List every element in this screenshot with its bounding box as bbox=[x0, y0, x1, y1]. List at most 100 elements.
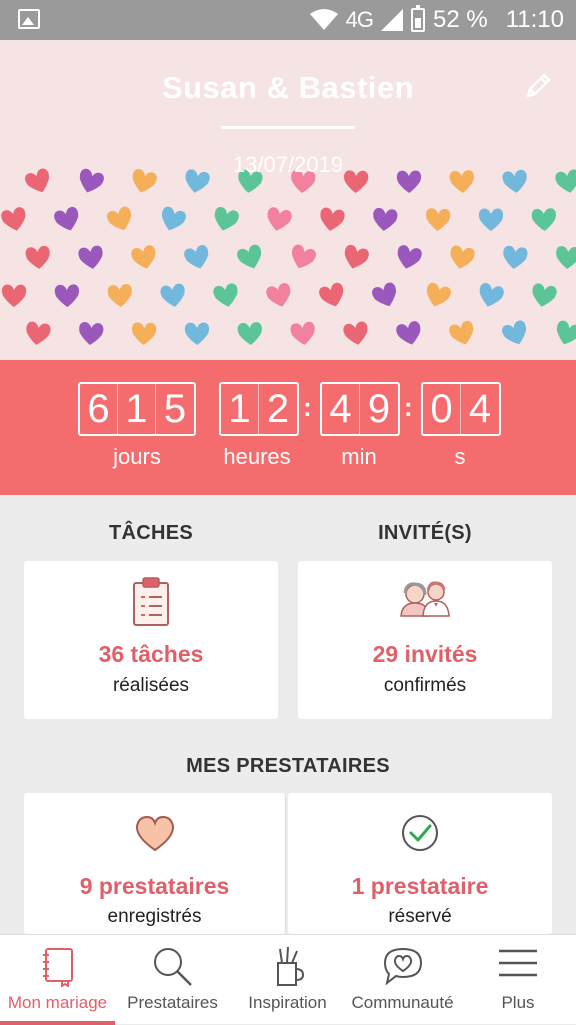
booked-vendors-card[interactable]: 1 prestataire réservé bbox=[288, 793, 552, 934]
title-divider bbox=[221, 126, 355, 129]
heart-shape bbox=[450, 245, 475, 269]
heart-shape bbox=[184, 322, 210, 345]
minutes-box: 4 9 bbox=[320, 382, 400, 436]
heart-shape bbox=[426, 208, 451, 231]
tasks-title: TÂCHES bbox=[108, 522, 194, 544]
notebook-icon bbox=[42, 948, 73, 987]
hours-digit: 1 bbox=[221, 384, 259, 434]
heart-shape bbox=[478, 208, 504, 231]
heart-shape bbox=[107, 284, 132, 307]
days-label: jours bbox=[113, 444, 161, 469]
booked-vendors-sub: réservé bbox=[388, 906, 452, 927]
heart-shape bbox=[266, 283, 291, 307]
guests-sub: confirmés bbox=[383, 675, 467, 696]
nav-inspiration[interactable]: Inspiration bbox=[230, 935, 345, 1025]
heart-shape bbox=[531, 208, 556, 231]
couple-names: Susan & Bastien bbox=[161, 70, 415, 105]
heart-shape bbox=[1, 207, 26, 231]
clock: 11:10 bbox=[505, 6, 564, 33]
seconds-box: 0 4 bbox=[421, 382, 501, 436]
heart-shape bbox=[214, 206, 239, 231]
hours-box: 1 2 bbox=[219, 382, 299, 436]
heart-shape bbox=[131, 245, 156, 269]
menu-icon bbox=[499, 949, 537, 977]
heart-shape bbox=[213, 283, 238, 307]
nav-plus[interactable]: Plus bbox=[460, 935, 576, 1025]
heart-shape bbox=[373, 207, 398, 231]
heart-shape bbox=[291, 244, 316, 269]
heart-shape bbox=[26, 321, 51, 345]
tasks-sub: réalisées bbox=[112, 675, 190, 696]
tasks-card[interactable]: 36 tâches réalisées bbox=[24, 561, 278, 719]
nav-label: Inspiration bbox=[248, 993, 327, 1012]
signal-icon bbox=[381, 9, 404, 31]
heart-shape bbox=[107, 206, 132, 231]
nav-label: Communauté bbox=[351, 993, 454, 1012]
heart-icon bbox=[135, 815, 174, 852]
status-bar: 4G 52 % 11:10 bbox=[0, 0, 576, 40]
heart-shape bbox=[79, 322, 104, 345]
minutes-label: min bbox=[341, 444, 377, 469]
heart-shape bbox=[319, 282, 344, 307]
heart-shape bbox=[25, 245, 50, 269]
clipboard-icon bbox=[133, 577, 169, 626]
saved-vendors-count: 9 prestataires bbox=[79, 873, 230, 899]
heart-shape bbox=[320, 207, 345, 231]
edit-pencil-icon[interactable] bbox=[522, 70, 554, 102]
pencil-cup-icon bbox=[276, 946, 304, 986]
nav-label: Mon mariage bbox=[7, 993, 108, 1012]
heart-shape bbox=[556, 320, 576, 345]
nav-mon-mariage[interactable]: Mon mariage bbox=[0, 935, 115, 1025]
seconds-digit: 0 bbox=[423, 384, 461, 434]
battery-level: 52 % bbox=[433, 6, 488, 33]
days-box: 6 1 5 bbox=[78, 382, 196, 436]
heart-shape bbox=[503, 245, 528, 269]
saved-vendors-card[interactable]: 9 prestataires enregistrés bbox=[24, 793, 286, 934]
heart-shape bbox=[344, 244, 369, 269]
hours-label: heures bbox=[223, 444, 291, 469]
heart-shape bbox=[372, 282, 397, 307]
heart-shape bbox=[343, 321, 368, 345]
check-circle-icon bbox=[402, 815, 438, 851]
guests-count: 29 invités bbox=[372, 641, 478, 667]
countdown: 6 1 5 1 2 : 4 9 : 0 4 jours heures min s bbox=[0, 360, 576, 495]
heart-shape bbox=[449, 320, 474, 345]
days-digit: 5 bbox=[163, 387, 187, 431]
heart-shape bbox=[78, 245, 103, 269]
heart-shape bbox=[237, 322, 262, 345]
heart-shape bbox=[267, 207, 292, 231]
heart-shape bbox=[396, 321, 421, 345]
hearts-pattern bbox=[1, 168, 576, 345]
network-type: 4G bbox=[345, 7, 374, 32]
nav-communaute[interactable]: Communauté bbox=[345, 935, 460, 1025]
nav-label: Plus bbox=[501, 993, 535, 1012]
days-digit: 1 bbox=[118, 384, 156, 434]
guests-card[interactable]: 29 invités confirmés bbox=[298, 561, 552, 719]
heart-shape bbox=[532, 283, 557, 307]
heart-shape bbox=[54, 284, 80, 307]
heart-shape bbox=[556, 246, 576, 269]
heart-shape bbox=[160, 283, 185, 307]
saved-vendors-sub: enregistrés bbox=[107, 906, 202, 927]
seconds-label: s bbox=[454, 444, 466, 469]
hours-digit: 2 bbox=[266, 387, 290, 431]
separator: : bbox=[303, 392, 312, 422]
separator: : bbox=[404, 392, 413, 422]
heart-shape bbox=[184, 244, 209, 269]
nav-prestataires[interactable]: Prestataires bbox=[115, 935, 230, 1025]
days-digit: 6 bbox=[80, 384, 118, 434]
active-indicator bbox=[0, 1021, 115, 1025]
battery-icon bbox=[411, 5, 426, 32]
heart-shape bbox=[290, 321, 315, 345]
wedding-date: 13/07/2019 bbox=[232, 152, 344, 177]
heart-shape bbox=[502, 320, 527, 345]
minutes-digit: 4 bbox=[322, 384, 360, 434]
nav-label: Prestataires bbox=[127, 993, 218, 1012]
booked-vendors-count: 1 prestataire bbox=[351, 873, 489, 899]
guests-title: INVITÉ(S) bbox=[378, 522, 472, 544]
heart-shape bbox=[426, 282, 451, 307]
minutes-digit: 9 bbox=[367, 387, 391, 431]
heart-shape bbox=[161, 206, 186, 231]
status-right: 4G 52 % 11:10 bbox=[309, 0, 564, 40]
seconds-digit: 4 bbox=[468, 387, 492, 431]
